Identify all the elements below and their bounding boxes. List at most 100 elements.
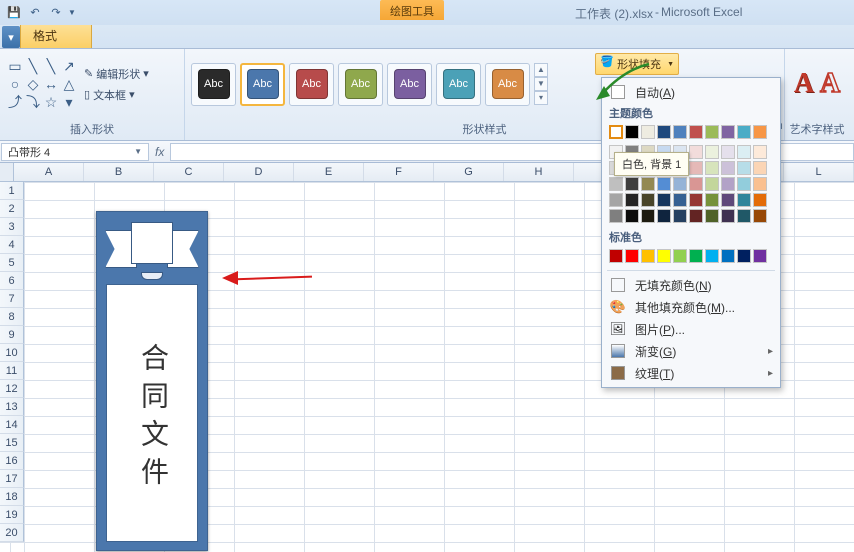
qat-customize-icon[interactable]: ▼	[68, 8, 76, 17]
shape-line2-icon[interactable]: ╲	[42, 57, 60, 75]
theme-shade-swatch[interactable]	[705, 161, 719, 175]
shape-connector-icon[interactable]: ⤴	[6, 93, 24, 111]
row-header-3[interactable]: 3	[0, 218, 24, 236]
row-header-16[interactable]: 16	[0, 452, 24, 470]
select-all-corner[interactable]	[0, 163, 14, 181]
theme-shade-swatch[interactable]	[625, 209, 639, 223]
save-icon[interactable]: 💾	[5, 4, 23, 22]
row-header-12[interactable]: 12	[0, 380, 24, 398]
theme-color-swatch[interactable]	[721, 125, 735, 139]
column-header-C[interactable]: C	[154, 163, 224, 181]
standard-color-swatch[interactable]	[705, 249, 719, 263]
shape-diag-icon[interactable]: ◇	[24, 75, 42, 93]
column-header-L[interactable]: L	[784, 163, 854, 181]
row-header-19[interactable]: 19	[0, 506, 24, 524]
theme-shade-swatch[interactable]	[721, 161, 735, 175]
standard-color-swatch[interactable]	[625, 249, 639, 263]
menu-no-fill[interactable]: 无填充颜色(N)	[605, 274, 777, 296]
shape-style-4[interactable]: Abc	[387, 63, 432, 106]
redo-icon[interactable]: ↷	[47, 4, 65, 22]
theme-shade-swatch[interactable]	[737, 145, 751, 159]
theme-shade-swatch[interactable]	[705, 177, 719, 191]
theme-shade-swatch[interactable]	[737, 209, 751, 223]
theme-color-swatch[interactable]	[737, 125, 751, 139]
shape-more-icon[interactable]: ▾	[60, 93, 78, 111]
row-header-11[interactable]: 11	[0, 362, 24, 380]
row-header-5[interactable]: 5	[0, 254, 24, 272]
standard-color-swatch[interactable]	[641, 249, 655, 263]
shape-style-0[interactable]: Abc	[191, 63, 236, 106]
wordart-style-1[interactable]: A	[794, 68, 814, 100]
standard-color-swatch[interactable]	[657, 249, 671, 263]
menu-texture[interactable]: 纹理(T) ▸	[605, 362, 777, 384]
menu-more-colors[interactable]: 🎨 其他填充颜色(M)...	[605, 296, 777, 318]
row-header-9[interactable]: 9	[0, 326, 24, 344]
menu-gradient[interactable]: 渐变(G) ▸	[605, 340, 777, 362]
column-header-F[interactable]: F	[364, 163, 434, 181]
gallery-down-icon[interactable]: ▼	[534, 77, 548, 91]
column-header-G[interactable]: G	[434, 163, 504, 181]
row-header-1[interactable]: 1	[0, 182, 24, 200]
fx-icon[interactable]: fx	[155, 145, 164, 159]
theme-shade-swatch[interactable]	[721, 177, 735, 191]
theme-shade-swatch[interactable]	[657, 193, 671, 207]
standard-color-swatch[interactable]	[689, 249, 703, 263]
shape-style-1[interactable]: Abc	[240, 63, 285, 106]
row-header-8[interactable]: 8	[0, 308, 24, 326]
shape-arrowl-icon[interactable]: ↔	[42, 75, 60, 93]
shape-style-6[interactable]: Abc	[485, 63, 530, 106]
shape-oval-icon[interactable]: ○	[6, 75, 24, 93]
theme-color-swatch[interactable]	[689, 125, 703, 139]
theme-shade-swatch[interactable]	[625, 177, 639, 191]
theme-shade-swatch[interactable]	[673, 193, 687, 207]
theme-color-swatch[interactable]	[705, 125, 719, 139]
theme-shade-swatch[interactable]	[705, 145, 719, 159]
theme-shade-swatch[interactable]	[609, 209, 623, 223]
theme-shade-swatch[interactable]	[625, 193, 639, 207]
theme-color-swatch[interactable]	[673, 125, 687, 139]
row-header-15[interactable]: 15	[0, 434, 24, 452]
edit-shape-button[interactable]: ✎ 编辑形状▾	[84, 64, 149, 84]
name-box[interactable]: 凸带形 4 ▼	[1, 143, 149, 161]
textbox-button[interactable]: ▯ 文本框▾	[84, 85, 149, 105]
shape-style-3[interactable]: Abc	[338, 63, 383, 106]
shape-rect-icon[interactable]: ▭	[6, 57, 24, 75]
theme-shade-swatch[interactable]	[737, 193, 751, 207]
shape-gallery[interactable]: ▭ ╲ ╲ ↗ ○ ◇ ↔ △ ⤴ ⤵ ☆ ▾	[6, 57, 78, 111]
standard-color-swatch[interactable]	[673, 249, 687, 263]
row-header-13[interactable]: 13	[0, 398, 24, 416]
shape-arrow-icon[interactable]: ↗	[60, 57, 78, 75]
standard-color-swatch[interactable]	[721, 249, 735, 263]
shape-star-icon[interactable]: ☆	[42, 93, 60, 111]
column-header-A[interactable]: A	[14, 163, 84, 181]
row-header-7[interactable]: 7	[0, 290, 24, 308]
shape-line-icon[interactable]: ╲	[24, 57, 42, 75]
theme-shade-swatch[interactable]	[737, 177, 751, 191]
shape-triangle-icon[interactable]: △	[60, 75, 78, 93]
wordart-style-2[interactable]: A	[820, 68, 840, 100]
theme-shade-swatch[interactable]	[689, 145, 703, 159]
theme-shade-swatch[interactable]	[753, 161, 767, 175]
theme-shade-swatch[interactable]	[721, 145, 735, 159]
theme-color-swatch[interactable]	[641, 125, 655, 139]
theme-shade-swatch[interactable]	[657, 177, 671, 191]
theme-shade-swatch[interactable]	[689, 209, 703, 223]
theme-color-swatch[interactable]	[657, 125, 671, 139]
chevron-down-icon[interactable]: ▼	[134, 147, 142, 156]
gallery-up-icon[interactable]: ▲	[534, 63, 548, 77]
theme-color-swatch[interactable]	[625, 125, 639, 139]
row-header-2[interactable]: 2	[0, 200, 24, 218]
file-tab[interactable]: ▾	[2, 26, 20, 48]
theme-shade-swatch[interactable]	[673, 177, 687, 191]
theme-color-swatch[interactable]	[753, 125, 767, 139]
theme-shade-swatch[interactable]	[641, 177, 655, 191]
theme-shade-swatch[interactable]	[753, 209, 767, 223]
standard-color-swatch[interactable]	[753, 249, 767, 263]
standard-color-swatch[interactable]	[609, 249, 623, 263]
theme-shade-swatch[interactable]	[641, 193, 655, 207]
row-header-10[interactable]: 10	[0, 344, 24, 362]
row-header-18[interactable]: 18	[0, 488, 24, 506]
shape-fill-button[interactable]: 形状填充 ▼	[595, 53, 679, 75]
undo-icon[interactable]: ↶	[26, 4, 44, 22]
theme-shade-swatch[interactable]	[673, 209, 687, 223]
